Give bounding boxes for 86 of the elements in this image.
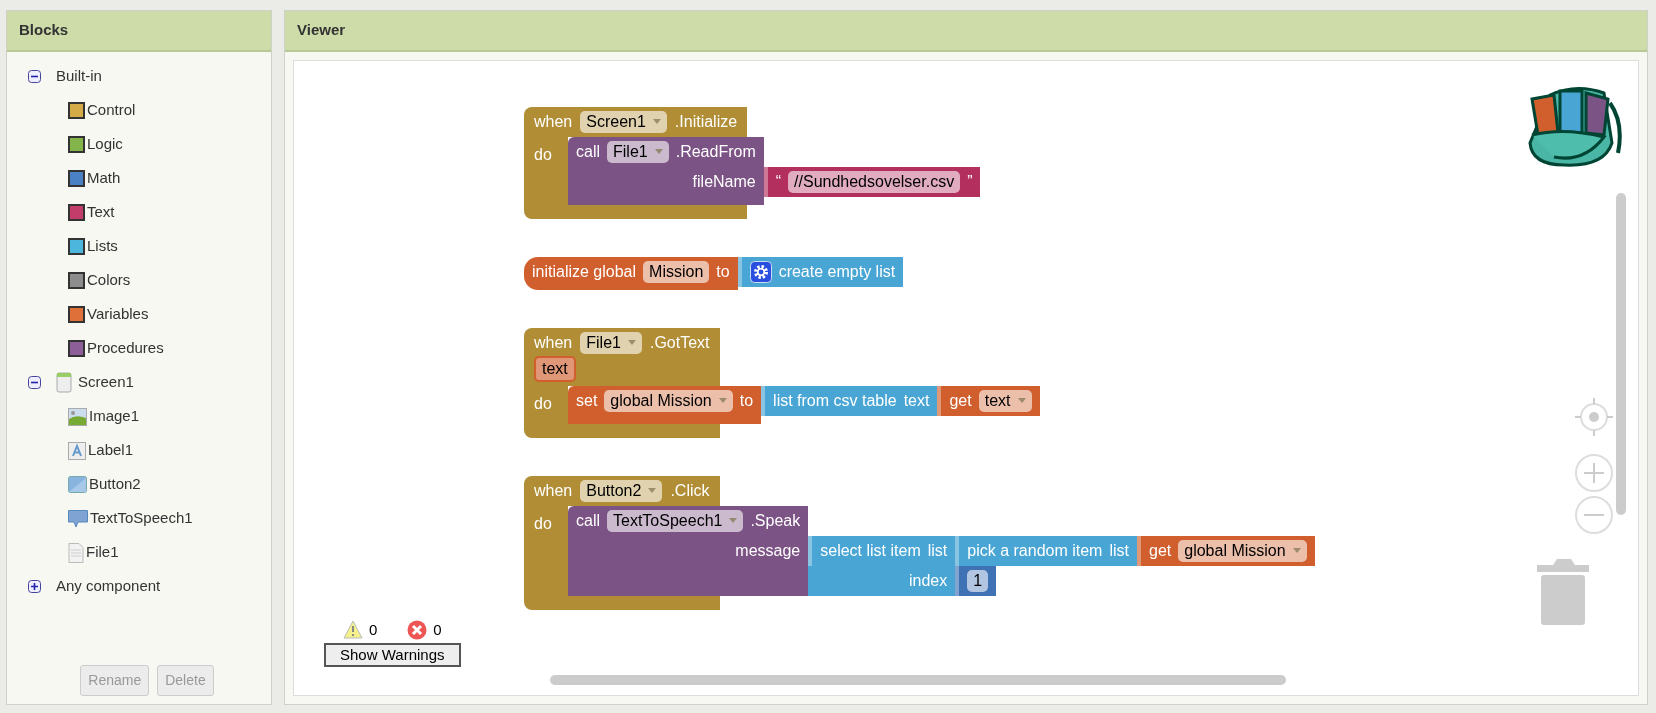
block-label: when [534,332,573,353]
block-label: to [739,390,754,411]
block-label: ” [967,171,973,192]
caret-icon [1292,548,1301,553]
block-label: select list item [820,540,921,561]
speech-bubble-icon [68,509,88,528]
tree-item[interactable]: Text [87,201,115,224]
tree-item[interactable]: Variables [87,303,149,326]
tree-item[interactable]: Screen1 [78,371,134,394]
block-label: do [534,514,552,532]
block-label: “ [775,171,782,192]
tree-item[interactable]: Button2 [89,473,141,496]
scrollbar[interactable] [1616,192,1626,515]
tree-item[interactable]: Procedures [87,337,164,360]
tree-item[interactable]: Control [87,99,136,122]
caret-icon [652,119,661,124]
picture-icon [68,407,87,426]
variable-name-field[interactable]: Mission [643,260,710,283]
block-label: list [1109,540,1129,561]
block-label: .ReadFrom [675,141,756,162]
block-label: message [735,540,801,561]
tree-item[interactable]: Image1 [89,405,140,428]
block-label: do [534,145,552,163]
scrollbar[interactable] [550,675,1286,685]
tree-item[interactable]: Label1 [88,439,134,462]
dropdown-field[interactable]: File1 [580,331,642,354]
tree-item[interactable]: Colors [87,269,131,292]
tree-item[interactable]: File1 [86,541,119,564]
block-label: text [903,390,930,411]
block-label: call [576,510,600,531]
error-count: 0 [433,619,442,640]
dropdown-field[interactable]: global Mission [604,389,733,412]
block-label: to [716,261,730,282]
caret-icon [1017,398,1026,403]
gear-icon[interactable] [749,260,772,283]
block-label: pick a random item [967,540,1103,561]
block-label: when [534,111,573,132]
dropdown-field[interactable]: global Mission [1178,539,1307,562]
document-icon [68,542,84,563]
expand-icon[interactable] [28,580,41,593]
tree-item[interactable]: Lists [87,235,118,258]
block-label: create empty list [778,261,896,282]
parameter-field[interactable]: text [534,355,576,382]
button-icon [68,476,87,493]
block-label: index [909,570,948,591]
warning-count: 0 [368,619,378,640]
block-label: list [927,540,948,561]
tree-item[interactable]: Math [87,167,121,190]
block-label: set [576,390,598,411]
warning-icon [342,620,363,640]
block-label: when [534,480,573,501]
block-label: get [949,390,972,411]
block-label: fileName [692,171,756,192]
show-warnings-button[interactable]: Show Warnings [324,643,461,667]
dropdown-field[interactable]: Screen1 [580,110,667,133]
collapse-icon[interactable] [28,70,41,83]
tree-item[interactable]: Logic [87,133,123,156]
block-label: initialize global [532,261,637,282]
block-label: .Speak [750,510,801,531]
dropdown-field[interactable]: text [978,389,1032,412]
error-icon [407,619,428,640]
block-label: .GotText [649,332,710,353]
dropdown-field[interactable]: TextToSpeech1 [607,509,744,532]
tree-item[interactable]: Built-in [56,65,102,88]
label-icon [68,441,86,460]
block-label: .Click [670,480,710,501]
caret-icon [648,488,657,493]
tree-item[interactable]: TextToSpeech1 [90,507,193,530]
panel-title: Blocks [7,11,271,52]
phone-icon [56,372,72,393]
string-field[interactable]: //Sundhedsovelser.csv [788,170,961,193]
caret-icon [718,398,727,403]
caret-icon [729,518,738,523]
block-label: list from csv table [773,390,897,411]
block-label: do [534,394,552,412]
panel-title: Viewer [285,11,1647,52]
dropdown-field[interactable]: File1 [607,140,669,163]
block-label: get [1149,540,1172,561]
block-label: .Initialize [674,111,738,132]
tree-item[interactable]: Any component [56,575,161,598]
collapse-icon[interactable] [28,376,41,389]
block-label: call [576,141,600,162]
caret-icon [627,340,636,345]
number-field[interactable]: 1 [967,569,989,592]
caret-icon [654,149,663,154]
dropdown-field[interactable]: Button2 [580,479,663,502]
